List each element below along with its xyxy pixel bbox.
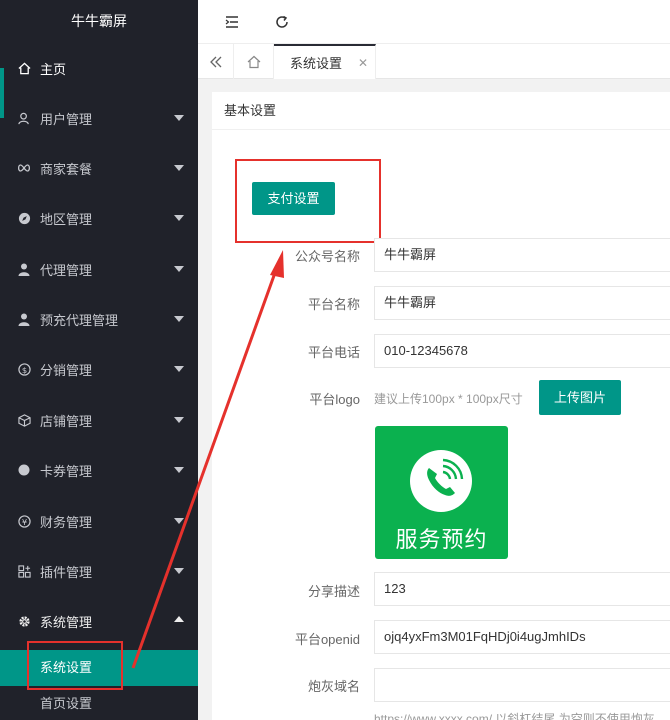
annotation-arrow (131, 250, 284, 669)
